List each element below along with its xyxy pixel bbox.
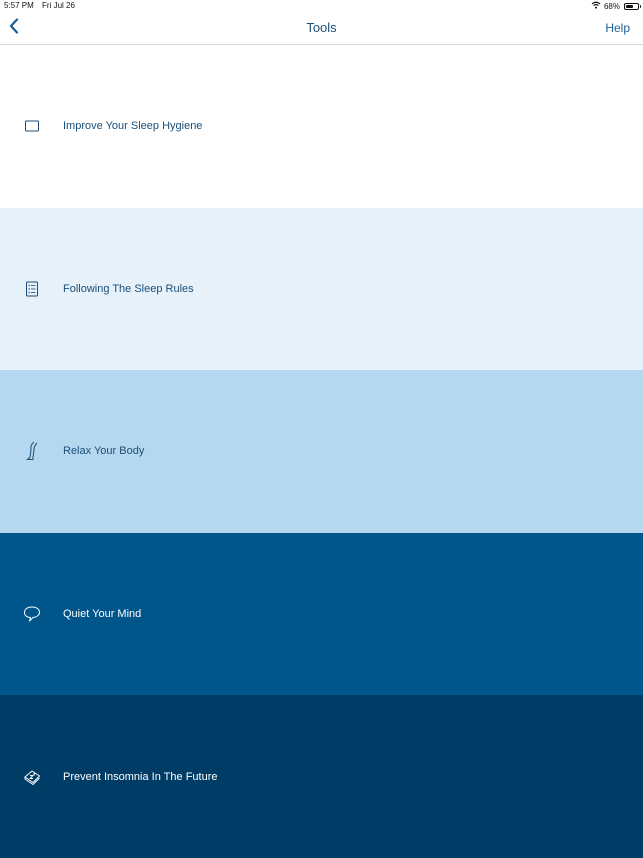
navigation-bar: Tools Help (0, 12, 643, 45)
tool-label: Quiet Your Mind (63, 608, 142, 621)
tools-list: Improve Your Sleep Hygiene Following The … (0, 45, 643, 858)
status-time: 5:57 PM (4, 1, 34, 10)
battery-level (626, 4, 634, 8)
status-date: Fri Jul 26 (42, 1, 75, 10)
tool-row[interactable]: Relax Your Body (0, 370, 643, 533)
status-right: 68% (591, 1, 641, 11)
checklist-icon (23, 280, 41, 298)
status-bar: 5:57 PM Fri Jul 26 68% (0, 0, 643, 12)
book-zzz-icon (23, 768, 41, 786)
tool-label: Following The Sleep Rules (63, 282, 194, 295)
battery-percent: 68% (603, 1, 620, 11)
tool-row[interactable]: Prevent Insomnia In The Future (0, 695, 643, 858)
help-button[interactable]: Help (605, 21, 630, 35)
battery-icon (624, 2, 641, 10)
status-left: 5:57 PM Fri Jul 26 (4, 1, 75, 10)
tool-label: Relax Your Body (63, 445, 145, 458)
page-title: Tools (306, 20, 337, 35)
tool-label: Improve Your Sleep Hygiene (63, 120, 203, 133)
tool-row[interactable]: Quiet Your Mind (0, 532, 643, 696)
wifi-icon (591, 1, 601, 11)
rectangle-outline-icon (23, 117, 41, 135)
tool-row[interactable]: Improve Your Sleep Hygiene (0, 45, 643, 208)
thought-bubble-icon (23, 605, 41, 623)
tool-label: Prevent Insomnia In The Future (63, 770, 218, 783)
leg-icon (23, 442, 41, 461)
tool-row[interactable]: Following The Sleep Rules (0, 207, 643, 371)
